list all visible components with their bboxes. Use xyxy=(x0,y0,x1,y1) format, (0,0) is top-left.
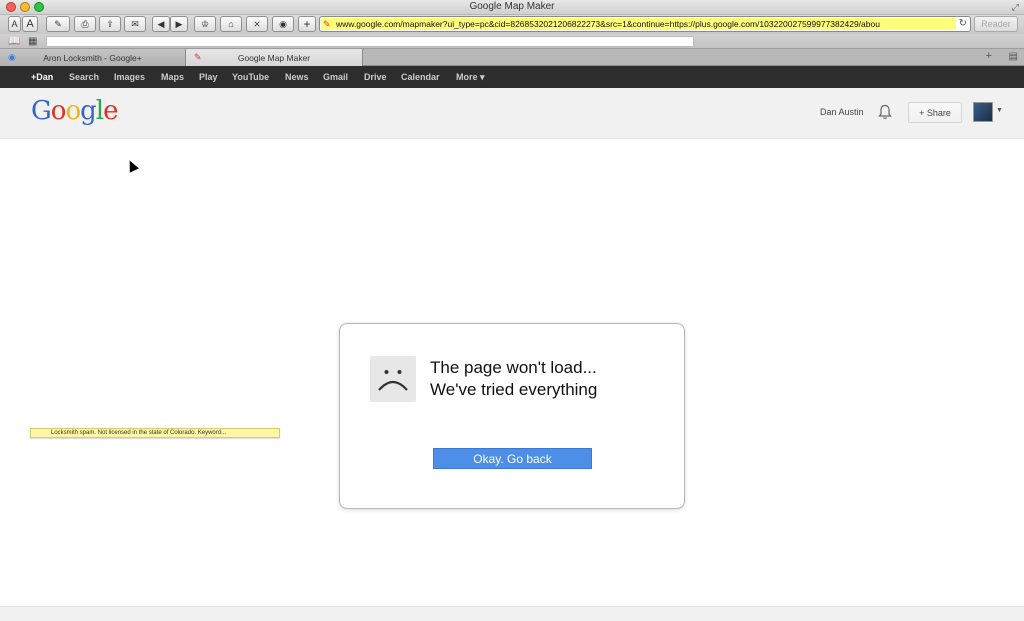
error-message-line2: We've tried everything xyxy=(430,380,598,399)
logo-letter: g xyxy=(80,96,97,126)
gbar-item-gmail[interactable]: Gmail xyxy=(323,66,348,88)
error-message-line1: The page won't load... xyxy=(430,358,597,377)
logo-letter: o xyxy=(65,96,81,126)
gbar-item-play[interactable]: Play xyxy=(199,66,218,88)
sad-face-icon xyxy=(370,356,416,402)
go-back-button[interactable]: Okay. Go back xyxy=(433,448,592,469)
error-dialog: The page won't load... We've tried every… xyxy=(339,323,685,509)
browser-window: Google Map Maker ⤢ A A ✎ ⎙ ⇪ ✉ ◀ ▶ ♔ ⌂ ⨯… xyxy=(0,0,1024,621)
new-tab-icon[interactable]: + xyxy=(986,50,992,62)
gbar-item-youtube[interactable]: YouTube xyxy=(232,66,269,88)
sticky-note[interactable]: Locksmith spam. Not licensed in the stat… xyxy=(30,428,280,438)
logo-letter: l xyxy=(95,96,104,126)
gbar-item-plus-dan[interactable]: +Dan xyxy=(31,66,53,88)
logo-letter: G xyxy=(31,96,52,126)
account-name[interactable]: Dan Austin xyxy=(820,107,864,117)
footer-strip xyxy=(0,606,1024,621)
fullscreen-icon[interactable]: ⤢ xyxy=(1012,2,1019,13)
share-page-button[interactable]: ⇪ xyxy=(99,16,121,32)
gbar-item-calendar[interactable]: Calendar xyxy=(401,66,440,88)
chevron-down-icon[interactable]: ▼ xyxy=(996,107,1003,114)
reading-list-icon[interactable]: 📖 xyxy=(8,36,20,47)
gbar-item-more[interactable]: More ▾ xyxy=(456,66,485,88)
bookmarks-bar: 📖 ▦ xyxy=(0,34,1024,49)
bell-icon[interactable] xyxy=(878,104,892,120)
gbar-item-maps[interactable]: Maps xyxy=(161,66,184,88)
map-maker-icon: ✎ xyxy=(194,52,202,62)
home-button[interactable]: ⌂ xyxy=(220,16,242,32)
tab-label: Aron Locksmith - Google+ xyxy=(43,52,142,63)
url-text[interactable]: www.google.com/mapmaker?ui_type=pc&cid=8… xyxy=(336,19,954,30)
print-button[interactable]: ⎙ xyxy=(74,16,96,32)
logo-letter: e xyxy=(103,96,118,126)
map-maker-favicon-icon: ✎ xyxy=(323,19,331,29)
reload-icon[interactable]: ↻ xyxy=(959,18,967,29)
address-bar[interactable]: ✎ www.google.com/mapmaker?ui_type=pc&cid… xyxy=(319,16,971,32)
gbar-item-drive[interactable]: Drive xyxy=(364,66,387,88)
top-sites-grid-icon[interactable]: ▦ xyxy=(28,36,37,47)
gbar-item-news[interactable]: News xyxy=(285,66,309,88)
avatar[interactable] xyxy=(973,102,993,122)
mail-button[interactable]: ✉ xyxy=(124,16,146,32)
gbar-item-search[interactable]: Search xyxy=(69,66,99,88)
tab-aron-locksmith[interactable]: ◉ Aron Locksmith - Google+ xyxy=(0,49,186,66)
edit-button[interactable]: ✎ xyxy=(46,16,70,32)
google-header: Google Dan Austin + Share ▼ xyxy=(0,88,1024,139)
bookmarks-field xyxy=(46,36,694,47)
browser-toolbar: A A ✎ ⎙ ⇪ ✉ ◀ ▶ ♔ ⌂ ⨯ ◉ + ✎ www.google.c… xyxy=(0,15,1024,34)
google-nav-bar: +Dan Search Images Maps Play YouTube New… xyxy=(0,66,1024,88)
logo-letter: o xyxy=(50,96,67,126)
forward-button[interactable]: ▶ xyxy=(170,16,188,32)
add-bookmark-button[interactable]: + xyxy=(298,16,316,32)
window-title: Google Map Maker xyxy=(469,1,555,12)
text-bigger-button[interactable]: A xyxy=(22,16,38,32)
share-button[interactable]: + Share xyxy=(908,102,962,123)
extension-button[interactable]: ⨯ xyxy=(246,16,268,32)
text-smaller-button[interactable]: A xyxy=(8,16,21,32)
reader-button[interactable]: Reader xyxy=(974,16,1018,32)
title-bar: Google Map Maker ⤢ xyxy=(0,0,1024,15)
tab-label: Google Map Maker xyxy=(237,52,311,63)
tab-bar: ◉ Aron Locksmith - Google+ ✎ Google Map … xyxy=(0,49,1024,66)
opera-button[interactable]: ◉ xyxy=(272,16,294,32)
back-button[interactable]: ◀ xyxy=(152,16,170,32)
top-sites-button[interactable]: ♔ xyxy=(194,16,216,32)
tab-overview-icon[interactable]: ▤ xyxy=(1009,51,1018,62)
gbar-item-images[interactable]: Images xyxy=(114,66,145,88)
globe-icon: ◉ xyxy=(8,52,16,62)
tab-google-map-maker[interactable]: ✎ Google Map Maker xyxy=(186,49,363,66)
google-logo[interactable]: Google xyxy=(31,96,118,126)
